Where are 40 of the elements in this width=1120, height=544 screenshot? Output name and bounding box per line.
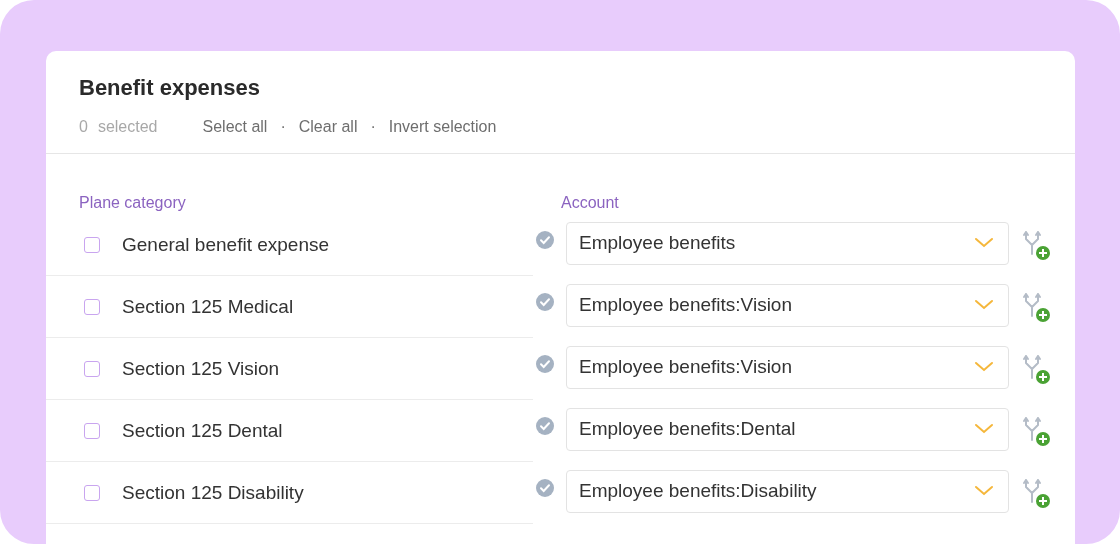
panel-title: Benefit expenses [79,74,261,102]
account-dropdown[interactable]: Employee benefits [566,221,1009,265]
chevron-down-icon [974,299,994,311]
check-circle-icon [536,417,554,435]
selected-label: selected [97,117,158,137]
category-label: Section 125 Disability [122,481,304,504]
checkbox[interactable] [84,422,100,439]
chevron-down-icon [974,237,994,249]
category-label: Section 125 Vision [122,357,280,380]
check-circle-icon [536,231,554,249]
split-add-icon[interactable] [1021,477,1051,509]
split-add-icon[interactable] [1021,229,1051,261]
category-label: Section 125 Medical [122,295,294,318]
checkbox[interactable] [84,236,100,253]
check-circle-icon [536,355,554,373]
account-dropdown[interactable]: Employee benefits:Vision [566,283,1009,327]
checkbox[interactable] [84,484,100,501]
split-add-icon[interactable] [1021,353,1051,385]
category-label: General benefit expense [122,233,330,256]
selection-action-link[interactable]: Select all [202,117,268,137]
chevron-down-icon [974,485,994,497]
checkbox[interactable] [84,360,100,377]
checkbox[interactable] [84,298,100,315]
separator-dot: · [280,117,286,137]
chevron-down-icon [974,423,994,435]
category-label: Section 125 Dental [122,419,283,442]
separator-dot: · [370,117,376,137]
account-dropdown[interactable]: Employee benefits:Vision [566,345,1009,389]
chevron-down-icon [974,361,994,373]
selected-count: 0 [79,117,88,137]
split-add-icon[interactable] [1021,291,1051,323]
check-circle-icon [536,293,554,311]
check-circle-icon [536,479,554,497]
column-header: Plane category [79,194,186,211]
split-add-icon[interactable] [1021,415,1051,447]
account-dropdown[interactable]: Employee benefits:Dental [566,407,1009,451]
selection-action-link[interactable]: Clear all [298,117,358,137]
selection-action-link[interactable]: Invert selection [388,117,497,137]
column-header: Account [561,193,619,213]
account-dropdown[interactable]: Employee benefits:Disability [566,469,1009,513]
